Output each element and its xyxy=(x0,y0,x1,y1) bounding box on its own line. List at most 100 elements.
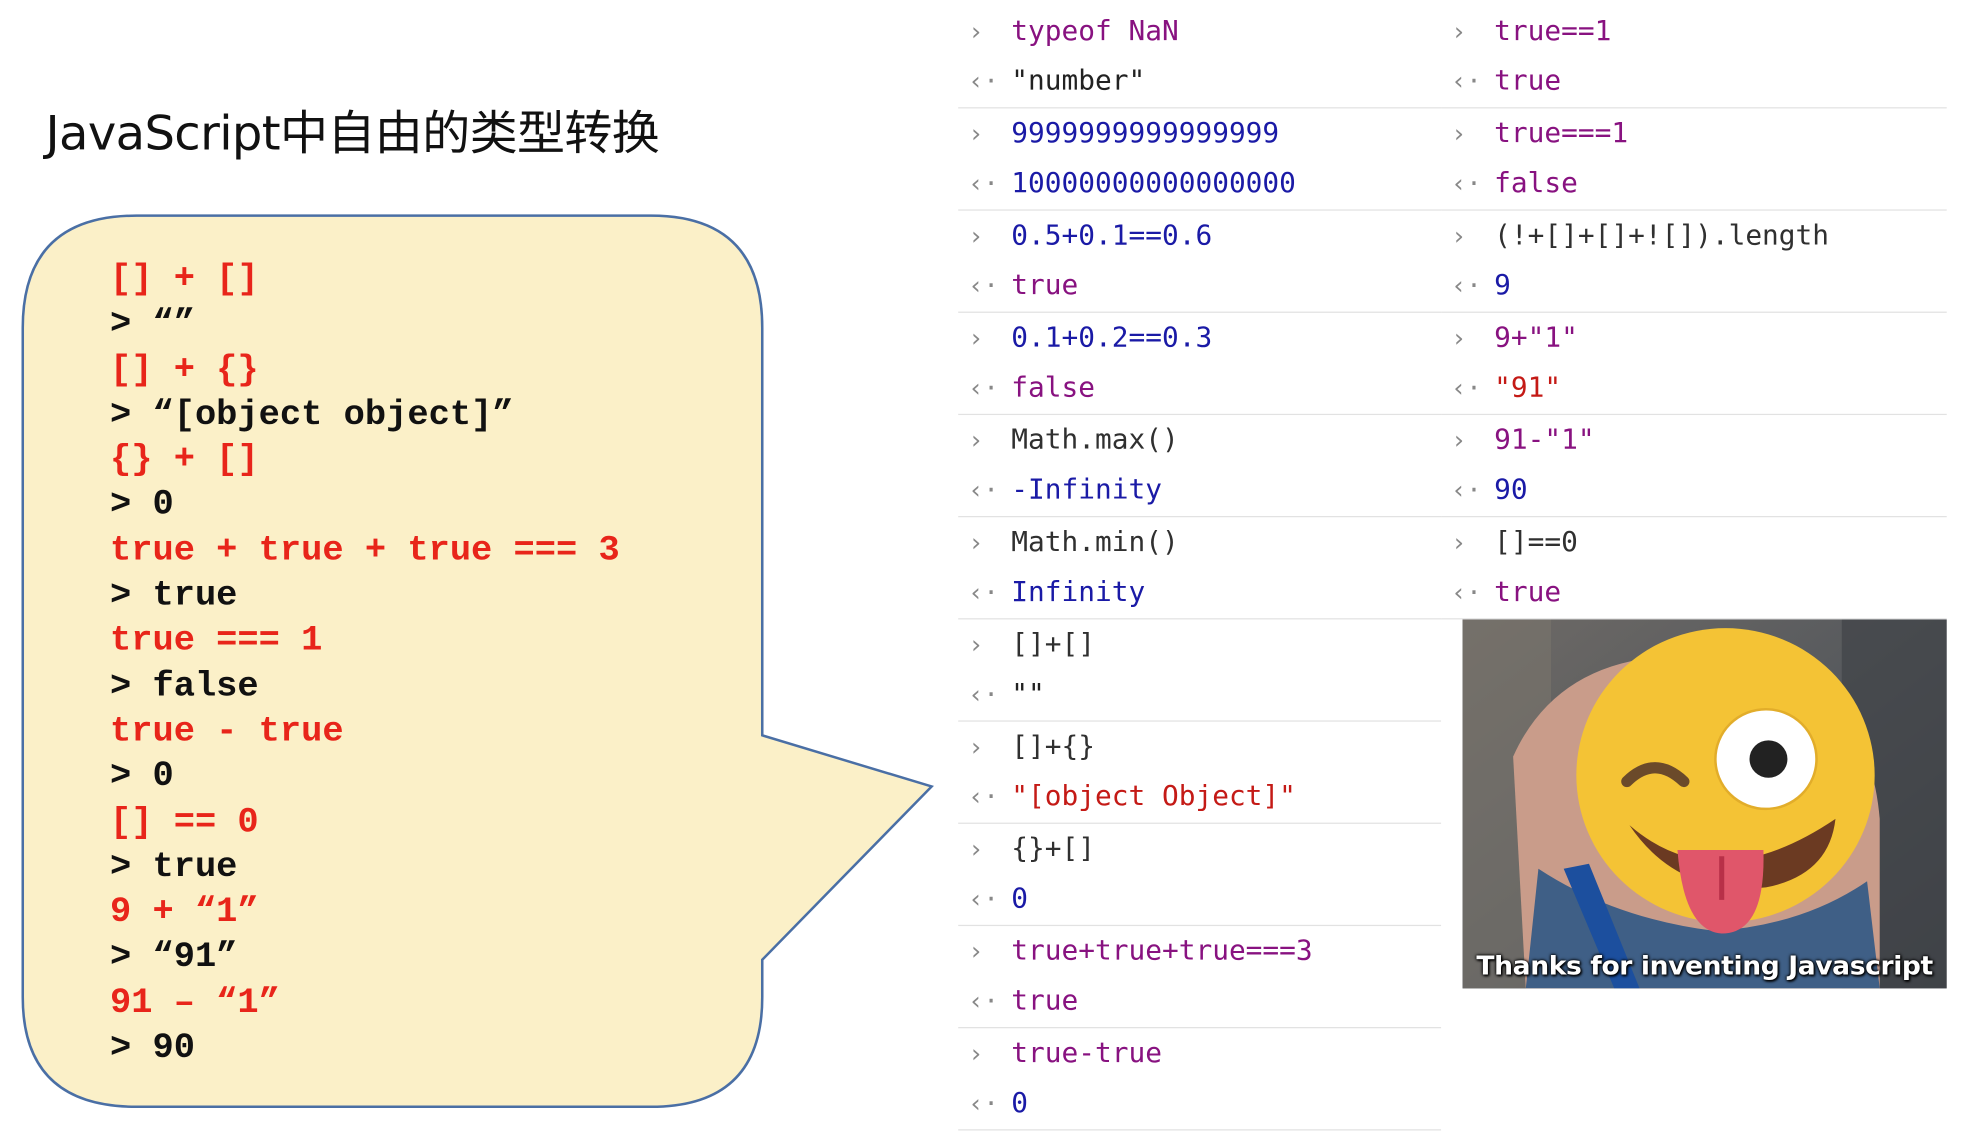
bubble-output-line: > 0 xyxy=(109,758,174,797)
console-input-text: true==1 xyxy=(1494,16,1612,48)
console-entry: › true+true+true===3 ‹· true xyxy=(958,926,1442,1029)
chevron-left-dot-icon: ‹· xyxy=(968,1088,999,1119)
chevron-left-dot-icon: ‹· xyxy=(968,372,999,403)
console-input-row: › typeof NaN xyxy=(958,6,1178,56)
console-input-row: › true+true+true===3 xyxy=(958,926,1312,976)
console-entry: › Math.min() ‹· Infinity xyxy=(958,517,1442,620)
chevron-right-icon: › xyxy=(968,731,984,762)
chevron-left-dot-icon: ‹· xyxy=(1451,270,1482,301)
chevron-left-dot-icon: ‹· xyxy=(968,168,999,199)
console-input-row: › 0.1+0.2==0.3 xyxy=(958,313,1212,363)
console-input-row: › true===1 xyxy=(1441,108,1628,158)
console-output-row: ‹· 0 xyxy=(958,1078,1028,1128)
bubble-output-line: > “[object object]” xyxy=(109,396,514,435)
slide: JavaScript中自由的类型转换 [] + [] > “”[] + {} > “… xyxy=(0,0,1972,1131)
console-entry: › []+[] ‹· "" xyxy=(958,619,1442,722)
console-input-text: true===1 xyxy=(1494,118,1629,150)
console-output-row: ‹· Infinity xyxy=(958,567,1145,617)
console-output-row: ‹· "" xyxy=(958,669,1045,719)
console-input-row: › 9999999999999999 xyxy=(958,108,1279,158)
console-entry: › 9999999999999999 ‹· 10000000000000000 xyxy=(958,108,1442,211)
chevron-left-dot-icon: ‹· xyxy=(1451,66,1482,96)
chevron-left-dot-icon: ‹· xyxy=(1451,372,1482,403)
console-output-row: ‹· true xyxy=(958,260,1078,310)
console-output-text: true xyxy=(1011,270,1079,302)
console-entry: › 9+"1" ‹· "91" xyxy=(1441,313,1947,416)
console-output-row: ‹· 9 xyxy=(1441,260,1511,310)
console-input-row: › true==1 xyxy=(1441,6,1611,56)
console-output-text: "91" xyxy=(1494,372,1562,404)
console-input-text: []+[] xyxy=(1011,629,1096,661)
chevron-left-dot-icon: ‹· xyxy=(968,66,999,96)
console-output-row: ‹· 10000000000000000 xyxy=(958,158,1296,208)
console-output-text: 90 xyxy=(1494,474,1528,507)
console-output-row: ‹· "[object Object]" xyxy=(958,772,1296,822)
console-input-row: › Math.min() xyxy=(958,517,1179,567)
console-entry: › typeof NaN ‹· "number" xyxy=(958,6,1442,109)
bubble-output-line: > 0 xyxy=(109,486,174,526)
console-entry: › {}+[] ‹· 0 xyxy=(958,824,1442,927)
console-entry: › (!+[]+[]+![]).length ‹· 9 xyxy=(1441,211,1947,313)
chevron-right-icon: › xyxy=(1451,118,1467,149)
console-entry: › 0.1+0.2==0.3 ‹· false xyxy=(958,313,1442,416)
console-output-row: ‹· 0 xyxy=(958,874,1028,924)
console-input-text: true+true+true===3 xyxy=(1011,936,1313,968)
console-output-text: "" xyxy=(1011,679,1045,711)
console-input-text: []==0 xyxy=(1494,527,1578,559)
chevron-right-icon: › xyxy=(968,220,984,251)
console-output-row: ‹· false xyxy=(1441,158,1578,208)
console-input-text: 91-"1" xyxy=(1494,425,1595,457)
chevron-left-dot-icon: ‹· xyxy=(968,270,999,301)
console-input-row: › 0.5+0.1==0.6 xyxy=(958,211,1212,261)
console-input-row: › Math.max() xyxy=(958,415,1178,465)
console-input-text: Math.min() xyxy=(1011,527,1179,559)
console-input-text: {}+[] xyxy=(1011,833,1096,866)
console-output-text: 0 xyxy=(1011,883,1029,915)
chevron-left-dot-icon: ‹· xyxy=(968,985,999,1016)
chevron-right-icon: › xyxy=(1451,16,1467,47)
devtools-console-right: › true==1 ‹· true › true===1 ‹· false › (!+[]+[]+… xyxy=(1441,6,1947,620)
console-output-text: 0 xyxy=(1011,1088,1029,1120)
console-output-text: 10000000000000000 xyxy=(1011,168,1296,200)
chevron-left-dot-icon: ‹· xyxy=(1451,474,1482,505)
console-output-row: ‹· "91" xyxy=(1441,363,1561,413)
chevron-left-dot-icon: ‹· xyxy=(968,883,999,914)
console-entry: › 91-"1" ‹· 90 xyxy=(1441,415,1947,518)
bubble-output-line: > “” xyxy=(109,305,195,345)
console-entry: › Math.max() ‹· -Infinity xyxy=(958,415,1442,518)
console-output-row: ‹· true xyxy=(1441,567,1561,617)
console-entry: › 0.5+0.1==0.6 ‹· true xyxy=(958,211,1442,313)
bubble-input-line: [] + {} xyxy=(109,350,259,390)
bubble-input-line: 91 – “1” xyxy=(109,984,280,1023)
console-input-row: › []+{} xyxy=(958,722,1095,772)
console-input-text: []+{} xyxy=(1011,731,1096,763)
chevron-right-icon: › xyxy=(968,118,984,149)
console-entry: › true-true ‹· 0 xyxy=(958,1028,1442,1131)
console-input-row: › {}+[] xyxy=(958,824,1095,874)
console-output-text: -Infinity xyxy=(1011,474,1162,507)
console-input-row: › 91-"1" xyxy=(1441,415,1595,465)
meme-caption: Thanks for inventing Javascript xyxy=(1476,951,1933,981)
console-output-text: true xyxy=(1494,577,1562,609)
chevron-right-icon: › xyxy=(968,833,984,864)
bubble-code-block: [] + [] > “” [] + {} > “[object object]” {} … xyxy=(110,258,620,1072)
console-output-text: 9 xyxy=(1494,270,1511,302)
meme-image: Thanks for inventing Javascript xyxy=(1462,619,1947,989)
console-output-text: "number" xyxy=(1011,66,1146,98)
console-output-row: ‹· false xyxy=(958,363,1095,413)
console-entry: › true===1 ‹· false xyxy=(1441,108,1947,211)
bubble-output-line: > true xyxy=(109,848,238,888)
bubble-input-line: {} + [] xyxy=(109,441,259,481)
console-input-text: true-true xyxy=(1011,1038,1162,1070)
devtools-console-left: › typeof NaN ‹· "number" › 9999999999999999 ‹·… xyxy=(958,6,1442,1131)
console-output-text: Infinity xyxy=(1011,577,1146,609)
chevron-left-dot-icon: ‹· xyxy=(1451,168,1482,199)
console-input-row: › []+[] xyxy=(958,619,1095,669)
console-input-row: › (!+[]+[]+![]).length xyxy=(1441,211,1829,261)
meme-photo-illustration xyxy=(1462,619,1947,989)
bubble-output-line: > “91” xyxy=(109,939,238,978)
console-output-row: ‹· -Infinity xyxy=(958,465,1162,515)
bubble-input-line: true + true + true === 3 xyxy=(109,531,620,571)
bubble-output-line: > 90 xyxy=(109,1029,195,1069)
console-input-row: › 9+"1" xyxy=(1441,313,1578,363)
